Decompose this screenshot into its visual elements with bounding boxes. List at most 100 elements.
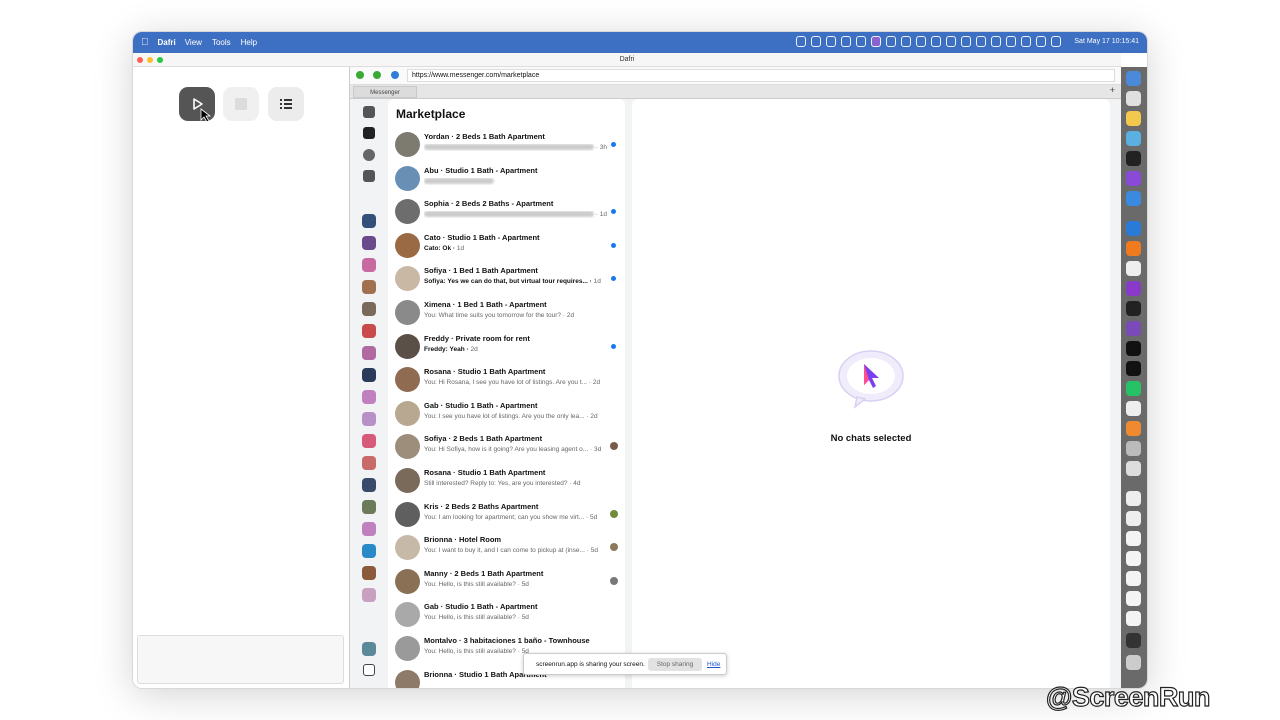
status-icon[interactable] <box>886 36 896 47</box>
contact-avatar[interactable] <box>362 566 376 580</box>
document-icon[interactable] <box>1126 571 1141 586</box>
contact-avatar[interactable] <box>362 302 376 316</box>
chat-row[interactable]: Gab · Studio 1 Bath - Apartment You: I se… <box>388 397 625 430</box>
app-icon[interactable] <box>1126 241 1141 256</box>
battery-icon[interactable] <box>1006 36 1016 47</box>
menu-view[interactable]: View <box>185 38 202 47</box>
chat-row[interactable]: Freddy · Private room for rent Freddy: Ye… <box>388 330 625 363</box>
menu-help[interactable]: Help <box>241 38 257 47</box>
contact-avatar[interactable] <box>362 214 376 228</box>
status-icon[interactable] <box>901 36 911 47</box>
status-icon[interactable] <box>961 36 971 47</box>
contact-avatar[interactable] <box>362 412 376 426</box>
play-button[interactable] <box>179 87 215 121</box>
close-icon[interactable] <box>137 57 143 63</box>
tab-messenger[interactable]: Messenger <box>353 86 417 98</box>
chat-row[interactable]: Yordan · 2 Beds 1 Bath Apartment · 3h <box>388 128 625 161</box>
sidebar-toggle-icon[interactable] <box>363 664 375 676</box>
chat-row[interactable]: Cato · Studio 1 Bath - Apartment Cato: Ok… <box>388 229 625 262</box>
status-icon[interactable] <box>976 36 986 47</box>
document-icon[interactable] <box>1126 591 1141 606</box>
new-tab-button[interactable]: + <box>1110 85 1115 95</box>
contact-avatar[interactable] <box>362 258 376 272</box>
control-center-icon[interactable] <box>1051 36 1061 47</box>
vscode-icon[interactable] <box>1126 221 1141 236</box>
app-icon[interactable] <box>1126 171 1141 186</box>
chats-icon[interactable] <box>363 106 375 118</box>
contact-avatar[interactable] <box>362 544 376 558</box>
stop-sharing-button[interactable]: Stop sharing <box>648 658 702 671</box>
contact-avatar[interactable] <box>362 390 376 404</box>
contact-avatar[interactable] <box>362 280 376 294</box>
list-button[interactable] <box>268 87 304 121</box>
chat-row[interactable]: Manny · 2 Beds 1 Bath Apartment You: Hell… <box>388 565 625 598</box>
chat-row[interactable]: Abu · Studio 1 Bath - Apartment <box>388 162 625 195</box>
contact-avatar[interactable] <box>362 368 376 382</box>
chat-row[interactable]: Gab · Studio 1 Bath - Apartment You: Hell… <box>388 598 625 631</box>
status-icon[interactable] <box>991 36 1001 47</box>
chat-row[interactable]: Rosana · Studio 1 Bath Apartment You: Hi … <box>388 363 625 396</box>
archive-icon[interactable] <box>363 170 375 182</box>
chat-row[interactable]: Kris · 2 Beds 2 Baths Apartment You: I am… <box>388 498 625 531</box>
chat-row[interactable]: Ximena · 1 Bed 1 Bath - Apartment You: Wh… <box>388 296 625 329</box>
app-icon[interactable] <box>1126 461 1141 476</box>
status-icon[interactable] <box>796 36 806 47</box>
wifi-icon[interactable] <box>1021 36 1031 47</box>
chat-row[interactable]: Rosana · Studio 1 Bath Apartment Still in… <box>388 464 625 497</box>
calendar-icon[interactable] <box>1126 401 1141 416</box>
trash-icon[interactable] <box>1126 655 1141 670</box>
app-icon[interactable] <box>1126 191 1141 206</box>
document-icon[interactable] <box>1126 511 1141 526</box>
forward-icon[interactable] <box>373 71 381 79</box>
hide-link[interactable]: Hide <box>707 661 720 668</box>
status-icon[interactable] <box>856 36 866 47</box>
app-icon[interactable] <box>1126 131 1141 146</box>
minimize-icon[interactable] <box>147 57 153 63</box>
app-menu[interactable]: Dafri <box>158 38 176 47</box>
app-icon[interactable] <box>1126 151 1141 166</box>
chat-row[interactable]: Brionna · Hotel Room You: I want to buy i… <box>388 531 625 564</box>
back-icon[interactable] <box>356 71 364 79</box>
chatgpt-icon[interactable] <box>1126 261 1141 276</box>
terminal-icon[interactable] <box>1126 301 1141 316</box>
message-requests-icon[interactable] <box>363 149 375 161</box>
status-icon[interactable] <box>916 36 926 47</box>
status-icon[interactable] <box>811 36 821 47</box>
finder-icon[interactable] <box>1126 71 1141 86</box>
contact-avatar[interactable] <box>362 522 376 536</box>
contact-avatar[interactable] <box>362 588 376 602</box>
contact-avatar[interactable] <box>362 434 376 448</box>
contact-avatar[interactable] <box>362 456 376 470</box>
menu-clock[interactable]: Sat May 17 10:15:41 <box>1074 38 1139 45</box>
github-icon[interactable] <box>1126 321 1141 336</box>
app-icon[interactable] <box>1126 341 1141 356</box>
status-icon[interactable] <box>946 36 956 47</box>
menu-tools[interactable]: Tools <box>212 38 231 47</box>
chat-row[interactable]: Sofiya · 2 Beds 1 Bath Apartment You: Hi … <box>388 430 625 463</box>
document-icon[interactable] <box>1126 611 1141 626</box>
chat-row[interactable]: Sophia · 2 Beds 2 Baths - Apartment · 1d <box>388 195 625 228</box>
pycharm-icon[interactable] <box>1126 361 1141 376</box>
apple-icon[interactable]:  <box>141 37 149 48</box>
contact-avatar[interactable] <box>362 478 376 492</box>
status-icon[interactable] <box>826 36 836 47</box>
contact-avatar[interactable] <box>362 500 376 514</box>
whatsapp-icon[interactable] <box>1126 381 1141 396</box>
marketplace-icon[interactable] <box>363 127 375 139</box>
reload-icon[interactable] <box>391 71 399 79</box>
onenote-icon[interactable] <box>1126 281 1141 296</box>
contact-avatar[interactable] <box>362 324 376 338</box>
chat-row[interactable]: Sofiya · 1 Bed 1 Bath Apartment Sofiya: Y… <box>388 262 625 295</box>
contact-avatar[interactable] <box>362 236 376 250</box>
contact-avatar[interactable] <box>362 346 376 360</box>
status-icon[interactable] <box>931 36 941 47</box>
launchpad-icon[interactable] <box>1126 91 1141 106</box>
document-icon[interactable] <box>1126 491 1141 506</box>
app-icon[interactable] <box>1126 633 1141 648</box>
contact-avatar[interactable] <box>362 642 376 656</box>
status-icon[interactable] <box>841 36 851 47</box>
search-icon[interactable] <box>1036 36 1046 47</box>
url-bar[interactable]: https://www.messenger.com/marketplace <box>407 69 1115 82</box>
status-icon[interactable] <box>871 36 881 47</box>
notes-icon[interactable] <box>1126 111 1141 126</box>
